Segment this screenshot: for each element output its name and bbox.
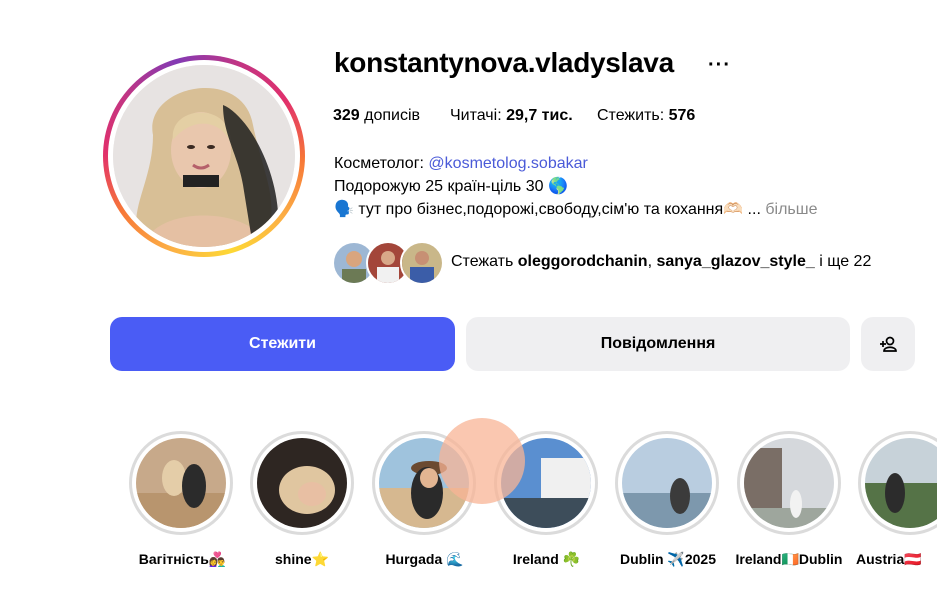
highlight-ring — [858, 431, 937, 535]
highlight-image — [865, 438, 937, 528]
highlight-7[interactable] — [858, 431, 937, 535]
follower-photo-3 — [402, 243, 442, 283]
followed-by-prefix: Стежать — [451, 253, 518, 270]
bio-profession: Косметолог: — [334, 155, 429, 172]
highlight-cover — [622, 438, 712, 528]
bio-line-1: Косметолог: @kosmetolog.sobakar — [334, 154, 588, 174]
highlight-ring — [615, 431, 719, 535]
followers-stat[interactable]: Читачі: 29,7 тис. — [450, 107, 573, 125]
highlight-1[interactable] — [129, 431, 234, 535]
highlight-label-5: Dublin ✈️2025 — [619, 551, 716, 567]
bio-mention-link[interactable]: @kosmetolog.sobakar — [428, 155, 587, 172]
touch-indicator-overlay — [439, 418, 525, 504]
highlight-ring — [737, 431, 841, 535]
highlight-label-7: Austria🇦🇹 — [856, 551, 922, 567]
avatar[interactable] — [113, 65, 295, 247]
globe-emoji: 🌎 — [547, 178, 568, 195]
bio-more-link[interactable]: більше — [765, 201, 817, 218]
highlight-label-3: Hurgada 🌊 — [385, 551, 464, 567]
suggest-users-button[interactable] — [861, 317, 915, 371]
following-count: 576 — [668, 107, 696, 124]
followed-by-user-1: oleggorodchanin — [517, 253, 648, 270]
bio-line-2: Подорожую 25 країн-ціль 30 🌎 — [334, 177, 568, 197]
profile-username: konstantynova.vladyslava — [334, 47, 674, 78]
followers-count: 29,7 тис. — [506, 107, 573, 124]
highlight-2[interactable] — [250, 431, 355, 535]
avatar-photo-image — [113, 65, 295, 247]
posts-label: дописів — [364, 107, 421, 124]
highlight-label-1: Вагітність👩‍❤️‍👨 — [138, 551, 227, 567]
highlight-cover — [257, 438, 347, 528]
highlight-ring — [129, 431, 233, 535]
highlight-cover — [744, 438, 834, 528]
highlight-label-2: shine⭐ — [275, 551, 329, 567]
posts-count: 329 — [333, 107, 360, 124]
more-options-icon[interactable]: ··· — [708, 54, 731, 77]
person-add-icon — [880, 336, 897, 352]
followed-by-text[interactable]: Стежать oleggorodchanin, sanya_glazov_st… — [451, 253, 871, 271]
speaking-head-emoji: 🗣️ — [334, 201, 354, 218]
following-label: Стежить: — [597, 107, 665, 124]
followed-by-user-2: sanya_glazov_style_ — [656, 253, 815, 270]
highlight-5[interactable] — [615, 431, 720, 535]
highlight-ring — [250, 431, 354, 535]
highlight-cover — [136, 438, 226, 528]
highlight-image — [622, 438, 712, 528]
posts-stat: 329 дописів — [333, 107, 420, 125]
follower-avatar-3[interactable] — [400, 241, 444, 285]
following-stat[interactable]: Стежить: 576 — [597, 107, 695, 125]
bio-topics-text: тут про бізнес,подорожі,свободу,сім'ю та… — [358, 201, 724, 218]
highlight-6[interactable] — [737, 431, 842, 535]
highlight-image — [136, 438, 226, 528]
heart-hands-emoji: 🫶🏻 — [723, 201, 744, 218]
followers-label: Читачі: — [450, 107, 502, 124]
message-button[interactable]: Повідомлення — [466, 317, 850, 371]
highlight-image — [257, 438, 347, 528]
highlight-image — [744, 438, 834, 528]
highlight-label-6: Ireland🇮🇪Dublin — [735, 551, 843, 567]
bio-line-3: 🗣️ тут про бізнес,подорожі,свободу,сім'ю… — [334, 200, 817, 220]
follow-button[interactable]: Стежити — [110, 317, 455, 371]
highlight-cover — [865, 438, 937, 528]
bio-travel-text: Подорожую 25 країн-ціль 30 — [334, 178, 544, 195]
followed-by-suffix: і ще 22 — [814, 253, 872, 270]
highlight-label-4: Ireland ☘️ — [512, 551, 581, 567]
bio-ellipsis: ... — [747, 201, 761, 218]
